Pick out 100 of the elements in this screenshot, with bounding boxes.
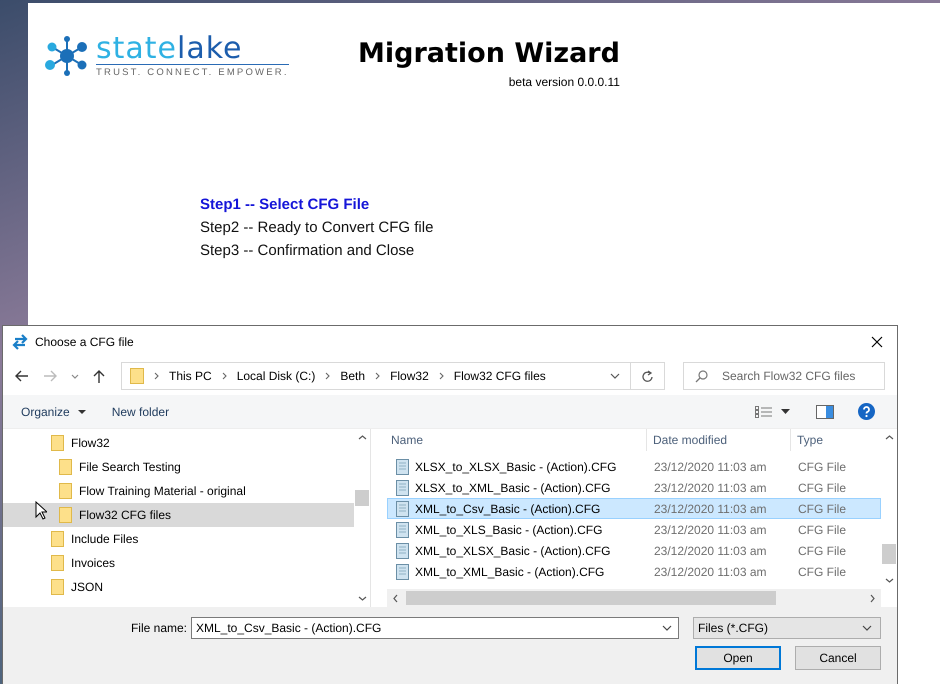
folder-icon: [59, 483, 72, 499]
mouse-pointer-icon: [35, 501, 47, 520]
file-type: CFG File: [797, 480, 847, 494]
file-row[interactable]: XML_to_XLSX_Basic - (Action).CFG 23/12/2020 11:03 am CFG File: [387, 540, 881, 561]
scroll-up-icon[interactable]: [358, 435, 366, 440]
back-arrow-icon[interactable]: [15, 370, 29, 382]
file-type: CFG File: [797, 502, 847, 516]
folder-tree-item[interactable]: Flow Training Material - original: [3, 479, 354, 503]
scrollbar-thumb[interactable]: [406, 591, 776, 605]
column-header[interactable]: Name: [387, 429, 647, 451]
search-icon: [695, 370, 708, 383]
file-name: XML_to_XML_Basic - (Action).CFG: [415, 564, 604, 578]
view-list-icon[interactable]: [755, 406, 773, 418]
folder-icon: [51, 531, 64, 547]
scrollbar-thumb[interactable]: [882, 544, 896, 564]
file-name-field[interactable]: XML_to_Csv_Basic - (Action).CFG: [191, 617, 679, 639]
folder-icon: [59, 507, 72, 523]
breadcrumb[interactable]: Beth: [340, 369, 366, 383]
date-modified: 23/12/2020 11:03 am: [653, 564, 768, 578]
folder-icon: [51, 579, 64, 595]
column-header[interactable]: Type: [791, 429, 879, 451]
logo-tagline: TRUST. CONNECT. EMPOWER.: [96, 67, 289, 78]
new-folder-button[interactable]: New folder: [112, 404, 170, 418]
breadcrumb[interactable]: Local Disk (C:): [236, 369, 316, 383]
file-name: XLSX_to_XLSX_Basic - (Action).CFG: [415, 460, 616, 474]
preview-pane-icon[interactable]: [816, 404, 834, 418]
scrollbar[interactable]: [387, 589, 881, 607]
chevron-down-icon[interactable]: [71, 374, 79, 378]
date-modified: 23/12/2020 11:03 am: [653, 480, 768, 494]
scroll-down-icon[interactable]: [884, 578, 894, 583]
chevron-down-icon: [662, 625, 672, 631]
dialog-title: Choose a CFG file: [35, 334, 134, 348]
scrollbar-thumb[interactable]: [355, 490, 369, 506]
text-file-icon: [396, 500, 409, 516]
text-file-icon: [396, 564, 409, 580]
file-row[interactable]: XLSX_to_XLSX_Basic - (Action).CFG 23/12/2020 11:03 am CFG File: [387, 456, 881, 477]
wizard-step: Step2 -- Ready to Convert CFG file: [200, 219, 940, 236]
folder-icon: [51, 435, 64, 451]
chevron-right-icon: [154, 372, 159, 380]
column-header[interactable]: Date modified: [647, 429, 791, 451]
chevron-down-icon: [862, 625, 872, 631]
breadcrumb[interactable]: This PC: [169, 369, 212, 383]
help-icon[interactable]: [858, 403, 875, 420]
breadcrumb[interactable]: Flow32: [390, 369, 429, 383]
folder-tree-item[interactable]: JSON: [3, 575, 354, 599]
wizard-step: Step3 -- Confirmation and Close: [200, 242, 940, 259]
molecule-logo-icon: [44, 35, 90, 77]
folder-tree-item[interactable]: Flow32 CFG files: [3, 503, 354, 527]
close-icon[interactable]: [871, 336, 883, 348]
search-field[interactable]: Search Flow32 CFG files: [683, 362, 885, 390]
refresh-icon: [642, 370, 654, 382]
scroll-left-icon[interactable]: [393, 594, 398, 602]
chevron-right-icon: [222, 372, 227, 380]
file-name: XLSX_to_XML_Basic - (Action).CFG: [415, 480, 610, 494]
folder-tree-item[interactable]: Flow32: [3, 431, 354, 455]
scroll-down-icon[interactable]: [358, 596, 366, 601]
date-modified: 23/12/2020 11:03 am: [653, 544, 768, 558]
file-row[interactable]: XML_to_XML_Basic - (Action).CFG 23/12/2020 11:03 am CFG File: [387, 561, 881, 582]
text-file-icon: [396, 480, 409, 496]
file-type: CFG File: [797, 522, 847, 536]
file-name-label: File name:: [130, 621, 187, 635]
scroll-up-icon[interactable]: [884, 435, 894, 440]
logo-wordmark: statelake: [96, 34, 289, 65]
app-title: Migration Wizard: [358, 38, 620, 69]
address-bar[interactable]: This PC Local Disk (C:) Beth Flow32 Flow32 CFG files: [121, 362, 631, 390]
file-type: CFG File: [797, 544, 847, 558]
folder-tree-item[interactable]: Include Files: [3, 527, 354, 551]
version-label: beta version 0.0.0.11: [508, 75, 620, 89]
wizard-step: Step1 -- Select CFG File: [200, 196, 940, 213]
scroll-right-icon[interactable]: [870, 594, 875, 602]
folder-icon: [51, 555, 64, 571]
chevron-right-icon: [438, 372, 444, 380]
refresh-button[interactable]: [631, 362, 665, 390]
file-row[interactable]: XLSX_to_XML_Basic - (Action).CFG 23/12/2020 11:03 am CFG File: [387, 477, 881, 498]
chevron-right-icon: [325, 372, 330, 380]
file-name: XML_to_Csv_Basic - (Action).CFG: [415, 502, 600, 516]
file-name: XML_to_XLS_Basic - (Action).CFG: [415, 522, 602, 536]
file-name: XML_to_XLSX_Basic - (Action).CFG: [415, 544, 610, 558]
caret-icon: [78, 410, 86, 414]
file-type: CFG File: [797, 564, 847, 578]
chevron-right-icon: [375, 372, 380, 380]
breadcrumb[interactable]: Flow32 CFG files: [454, 369, 546, 383]
text-file-icon: [396, 458, 409, 474]
file-row[interactable]: XML_to_XLS_Basic - (Action).CFG 23/12/2020 11:03 am CFG File: [387, 519, 881, 540]
organize-menu[interactable]: Organize: [21, 404, 70, 418]
date-modified: 23/12/2020 11:03 am: [653, 502, 768, 516]
folder-tree-item[interactable]: File Search Testing: [3, 455, 354, 479]
file-row[interactable]: XML_to_Csv_Basic - (Action).CFG 23/12/2020 11:03 am CFG File: [387, 498, 881, 519]
date-modified: 23/12/2020 11:03 am: [653, 460, 768, 474]
folder-tree-item[interactable]: Invoices: [3, 551, 354, 575]
open-button[interactable]: Open: [695, 646, 781, 670]
up-arrow-icon[interactable]: [93, 369, 105, 383]
file-type-dropdown[interactable]: Files (*.CFG): [693, 617, 881, 639]
folder-icon: [59, 459, 72, 475]
text-file-icon: [396, 522, 409, 538]
caret-icon[interactable]: [781, 409, 790, 414]
swap-arrows-icon: [11, 334, 29, 350]
date-modified: 23/12/2020 11:03 am: [653, 522, 768, 536]
cancel-button[interactable]: Cancel: [795, 646, 881, 670]
chevron-down-icon[interactable]: [610, 373, 620, 379]
